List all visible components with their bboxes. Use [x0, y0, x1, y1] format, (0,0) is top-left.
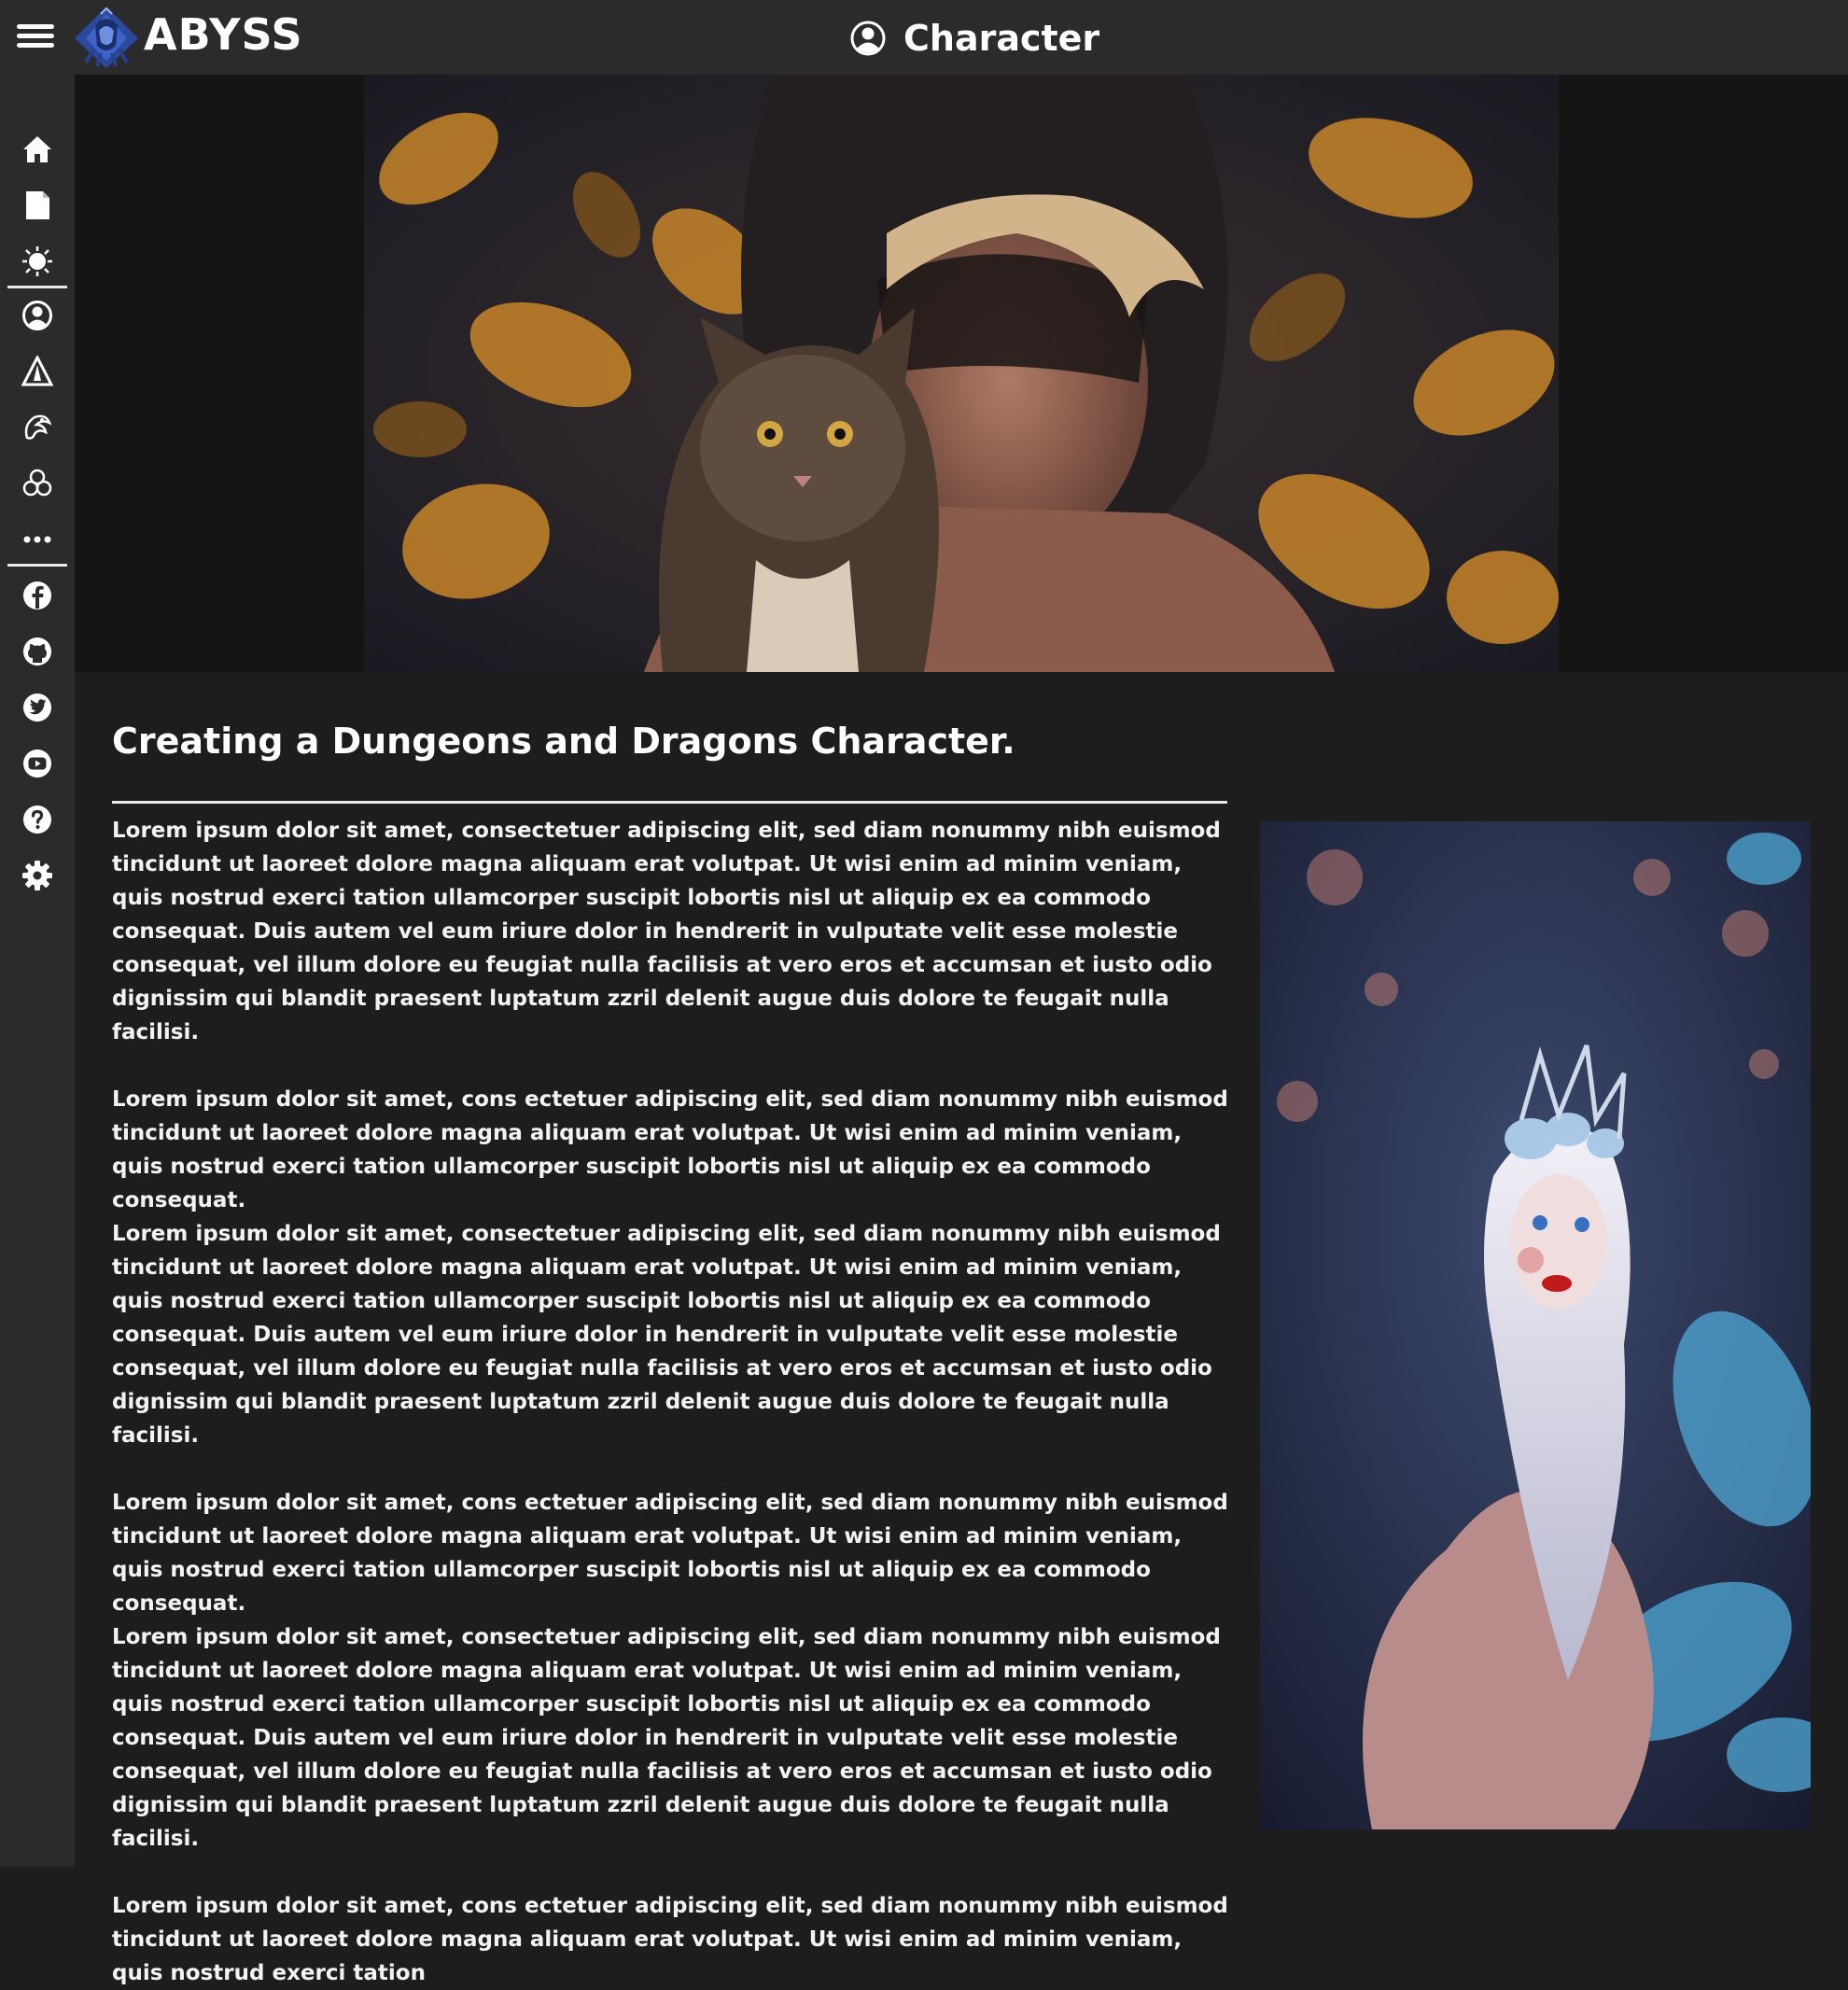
github-icon[interactable] — [19, 633, 56, 670]
paragraph: Lorem ipsum dolor sit amet, cons ectetue… — [112, 1087, 1228, 1212]
sun-icon[interactable] — [19, 243, 56, 280]
paragraph: Lorem ipsum dolor sit amet, cons ectetue… — [112, 1894, 1228, 1985]
hero-image — [364, 75, 1559, 672]
abyss-logo-icon[interactable] — [73, 5, 140, 70]
paragraph: Lorem ipsum dolor sit amet, consectetuer… — [112, 1222, 1221, 1448]
user-circle-icon[interactable] — [19, 297, 56, 334]
article-body: Lorem ipsum dolor sit amet, consectetuer… — [112, 814, 1232, 1990]
home-icon[interactable] — [19, 131, 56, 168]
user-circle-icon — [850, 21, 886, 56]
page-title: Character — [903, 18, 1100, 59]
brand-name[interactable]: ABYSS — [144, 9, 303, 60]
top-bar: ABYSS Character — [0, 0, 1848, 75]
paragraph: Lorem ipsum dolor sit amet, cons ectetue… — [112, 1491, 1228, 1616]
document-icon[interactable] — [19, 187, 56, 224]
sidebar-divider — [7, 286, 67, 288]
title-divider — [112, 801, 1227, 804]
triquetra-icon[interactable] — [19, 465, 56, 502]
warning-triangle-icon[interactable] — [19, 353, 56, 390]
page-header: Character — [849, 15, 1099, 62]
twitter-icon[interactable] — [19, 689, 56, 726]
gear-icon[interactable] — [19, 857, 56, 894]
help-icon[interactable] — [19, 801, 56, 838]
dragon-icon[interactable] — [19, 409, 56, 446]
paragraph: Lorem ipsum dolor sit amet, consectetuer… — [112, 1625, 1221, 1851]
sidebar — [0, 75, 75, 1867]
hamburger-menu-icon[interactable] — [17, 21, 54, 54]
sidebar-divider — [7, 564, 67, 567]
article-title: Creating a Dungeons and Dragons Characte… — [112, 721, 1015, 762]
facebook-icon[interactable] — [19, 577, 56, 614]
character-portrait-image — [1260, 821, 1811, 1829]
paragraph: Lorem ipsum dolor sit amet, consectetuer… — [112, 819, 1221, 1044]
more-dots-icon[interactable] — [19, 521, 56, 558]
youtube-icon[interactable] — [19, 745, 56, 782]
